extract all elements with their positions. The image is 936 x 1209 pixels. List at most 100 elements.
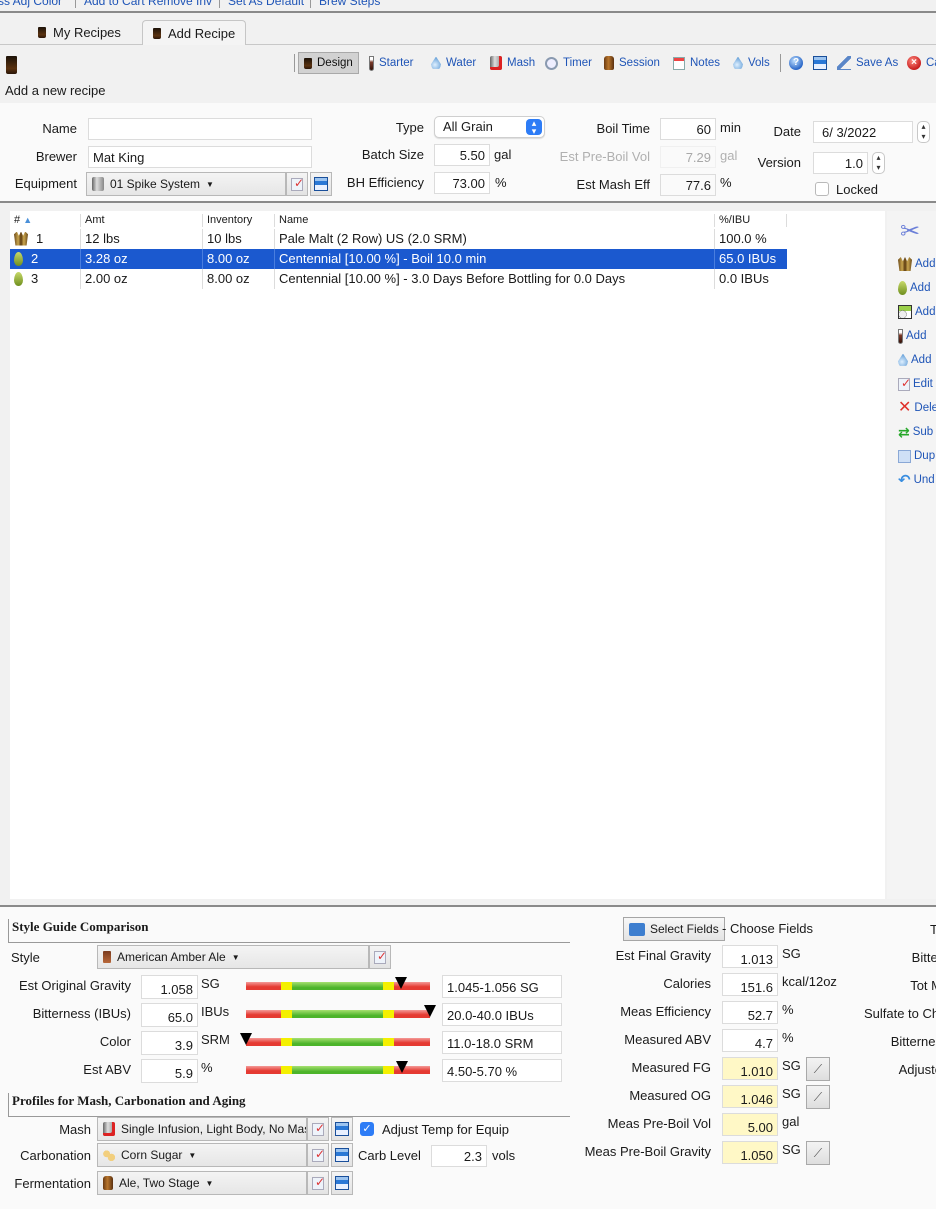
brewer-input[interactable]: Mat King <box>88 146 312 168</box>
hydrometer-button[interactable]: ⟋ <box>806 1057 830 1081</box>
carb-level-input[interactable]: 2.3 <box>431 1145 487 1167</box>
table-row[interactable]: 1 12 lbs 10 lbs Pale Malt (2 Row) US (2.0 S… <box>10 229 787 249</box>
name-input[interactable] <box>88 118 312 140</box>
name-cell: Centennial [10.00 %] - 3.0 Days Before B… <box>274 269 625 289</box>
save-fermentation-button[interactable] <box>331 1171 353 1195</box>
side-action-sub-7[interactable]: ⇄ Sub <box>898 423 933 441</box>
gauge-segment-green <box>292 1038 383 1046</box>
menu-item-adj-color[interactable]: ss Adj Color <box>0 0 62 8</box>
date-stepper[interactable]: ▴ ▾ <box>917 121 930 143</box>
puzzle-piece-icon <box>629 922 645 936</box>
button-label: Water <box>446 57 477 69</box>
select-fields-button[interactable]: Select Fields <box>623 917 725 941</box>
side-action-edit-5[interactable]: Edit <box>898 375 933 393</box>
menu-item-set-as-default[interactable]: Set As Default <box>228 0 304 8</box>
side-action-dele-6[interactable]: ✕ Dele <box>898 399 936 417</box>
vols-button[interactable]: Vols <box>733 52 770 74</box>
equipment-select[interactable]: 01 Spike System ▼ <box>86 172 286 196</box>
hydrometer-button[interactable]: ⟋ <box>806 1085 830 1109</box>
edit-fermentation-button[interactable] <box>307 1171 329 1195</box>
column-header-number[interactable]: # ▲ <box>10 214 32 227</box>
action-label: Add <box>915 306 936 318</box>
side-action-add-4[interactable]: Add <box>898 351 931 369</box>
table-row[interactable]: 3 2.00 oz 8.00 oz Centennial [10.00 %] - 3.… <box>10 269 787 289</box>
type-select[interactable]: All Grain ▴ ▾ <box>434 116 545 138</box>
locked-checkbox[interactable] <box>815 182 829 196</box>
style-range: 4.50-5.70 % <box>442 1059 562 1082</box>
gauge-segment-yellow <box>281 982 292 990</box>
style-select[interactable]: American Amber Ale ▼ <box>97 945 369 969</box>
water-drop-icon <box>898 353 908 366</box>
date-input[interactable]: 6/ 3/2022 <box>813 121 913 143</box>
column-header-inventory[interactable]: Inventory <box>202 214 252 227</box>
amt-cell: 3.28 oz <box>80 249 128 269</box>
measured-value-input[interactable]: 5.00 <box>722 1113 778 1136</box>
timer-button[interactable]: Timer <box>545 52 592 74</box>
save-button[interactable] <box>813 52 827 74</box>
gauge-segment-yellow <box>383 1038 394 1046</box>
edit-carbonation-button[interactable] <box>307 1143 329 1167</box>
undo-icon: ↶ <box>898 472 911 489</box>
design-button[interactable]: Design <box>298 52 359 74</box>
help-icon: ? <box>789 56 803 70</box>
style-metric-value: 1.058 <box>141 975 198 999</box>
bh-efficiency-input[interactable]: 73.00 <box>434 172 490 194</box>
side-action-dup-8[interactable]: Dup <box>898 447 935 465</box>
cancel-button[interactable]: × Ca <box>907 52 936 74</box>
edit-mash-button[interactable] <box>307 1117 329 1141</box>
tab-my-recipes[interactable]: My Recipes <box>38 20 121 45</box>
hydrometer-button[interactable]: ⟋ <box>806 1141 830 1165</box>
measured-value-input[interactable]: 1.046 <box>722 1085 778 1108</box>
action-label: Add <box>906 330 927 342</box>
stat-unit: % <box>782 1030 794 1045</box>
notes-button[interactable]: Notes <box>673 52 720 74</box>
save-mash-button[interactable] <box>331 1117 353 1141</box>
starter-button[interactable]: Starter <box>369 52 414 74</box>
side-action-add-3[interactable]: Add <box>898 327 926 345</box>
action-label: Add <box>911 354 932 366</box>
save-as-button[interactable]: Save As <box>837 52 898 74</box>
save-equipment-button[interactable] <box>310 172 332 196</box>
help-button[interactable]: ? <box>789 52 803 74</box>
column-header-amt[interactable]: Amt <box>80 214 105 227</box>
scissors-icon[interactable]: ✂ <box>900 219 924 245</box>
fermentation-select[interactable]: Ale, Two Stage ▼ <box>97 1171 307 1195</box>
mash-profile-select[interactable]: Single Infusion, Light Body, No Mas <box>97 1117 307 1141</box>
menu-item-cart-inventory[interactable]: Add to Cart Remove Inv <box>84 0 212 8</box>
boil-time-label: Boil Time <box>596 121 650 136</box>
table-header: # ▲ Amt Inventory Name %/IBU <box>10 211 885 229</box>
inventory-cell: 10 lbs <box>202 229 242 249</box>
adjust-temp-checkbox[interactable]: ✓ <box>360 1122 374 1136</box>
side-action-add-0[interactable]: Add <box>898 255 935 273</box>
water-button[interactable]: Water <box>431 52 476 74</box>
side-action-add-2[interactable]: Add <box>898 303 935 321</box>
version-stepper[interactable]: ▴ ▾ <box>872 152 885 174</box>
save-carbonation-button[interactable] <box>331 1143 353 1167</box>
gauge-segment-green <box>292 1066 383 1074</box>
session-button[interactable]: Session <box>604 52 660 74</box>
side-action-und-9[interactable]: ↶ Und <box>898 471 935 489</box>
side-action-add-1[interactable]: Add <box>898 279 930 297</box>
boil-time-input[interactable]: 60 <box>660 118 716 140</box>
button-label: Notes <box>690 57 721 69</box>
column-header-pct-ibu[interactable]: %/IBU <box>714 214 750 227</box>
tab-add-recipe[interactable]: Add Recipe <box>142 20 246 45</box>
measured-value-input[interactable]: 1.050 <box>722 1141 778 1164</box>
version-input[interactable]: 1.0 <box>813 152 868 174</box>
batch-size-input[interactable]: 5.50 <box>434 144 490 166</box>
edit-style-button[interactable] <box>369 945 391 969</box>
mash-button[interactable]: Mash <box>490 52 535 74</box>
substitute-arrows-icon: ⇄ <box>898 423 910 440</box>
measured-value-input[interactable]: 1.010 <box>722 1057 778 1080</box>
button-label: Vols <box>748 57 770 69</box>
batch-size-unit: gal <box>494 147 512 162</box>
column-header-name[interactable]: Name <box>274 214 308 227</box>
clock-icon <box>545 56 558 70</box>
equipment-kettle-icon <box>92 177 104 191</box>
table-row[interactable]: 2 3.28 oz 8.00 oz Centennial [10.00 %] - Bo… <box>10 249 787 269</box>
carbonation-select[interactable]: Corn Sugar ▼ <box>97 1143 307 1167</box>
est-mash-eff-unit: % <box>720 175 732 190</box>
menu-item-brew-steps[interactable]: Brew Steps <box>319 0 380 8</box>
style-value: American Amber Ale <box>117 950 226 964</box>
edit-equipment-button[interactable] <box>286 172 308 196</box>
